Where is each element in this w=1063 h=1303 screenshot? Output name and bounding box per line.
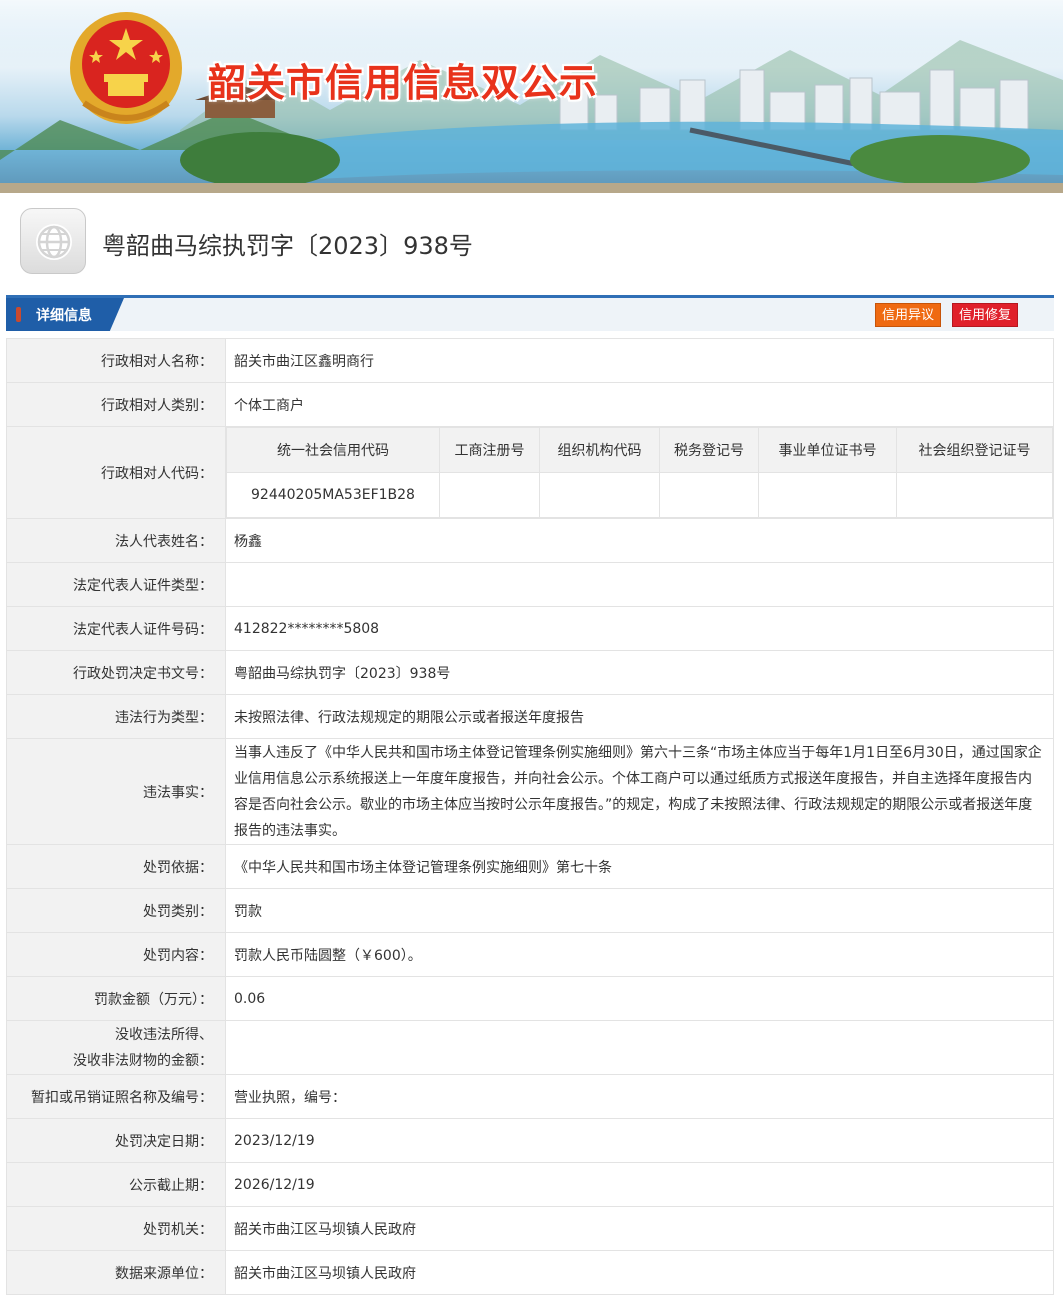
table-row: 处罚内容： 罚款人民币陆圆整（￥600）。 (6, 932, 1054, 977)
code-subtable-cell: 统一社会信用代码 工商注册号 组织机构代码 税务登记号 事业单位证书号 社会组织… (225, 426, 1054, 519)
table-row: 公示截止期： 2026/12/19 (6, 1162, 1054, 1207)
national-emblem-icon (70, 12, 182, 124)
banner-title: 韶关市信用信息双公示 (208, 61, 599, 105)
section-marker-icon (16, 307, 21, 322)
field-label: 暂扣或吊销证照名称及编号： (6, 1074, 226, 1119)
code-header: 社会组织登记证号 (896, 427, 1053, 473)
table-row: 行政相对人类别： 个体工商户 (6, 382, 1054, 427)
field-value: 当事人违反了《中华人民共和国市场主体登记管理条例实施细则》第六十三条“市场主体应… (225, 738, 1054, 845)
field-value: 罚款人民币陆圆整（￥600）。 (225, 932, 1054, 977)
field-label: 违法事实： (6, 738, 226, 845)
table-row: 违法行为类型： 未按照法律、行政法规规定的期限公示或者报送年度报告 (6, 694, 1054, 739)
field-label: 数据来源单位： (6, 1250, 226, 1295)
field-value: 韶关市曲江区鑫明商行 (225, 338, 1054, 383)
field-value: 杨鑫 (225, 518, 1054, 563)
field-label: 法定代表人证件号码： (6, 606, 226, 651)
field-label: 处罚依据： (6, 844, 226, 889)
site-banner: 韶关市信用信息双公示 (0, 0, 1063, 193)
code-value (539, 472, 660, 518)
field-value (225, 1020, 1054, 1075)
code-value: 92440205MA53EF1B28 (226, 472, 440, 518)
field-label: 违法行为类型： (6, 694, 226, 739)
table-row: 违法事实： 当事人违反了《中华人民共和国市场主体登记管理条例实施细则》第六十三条… (6, 738, 1054, 845)
field-value: 2023/12/19 (225, 1118, 1054, 1163)
table-row: 处罚决定日期： 2023/12/19 (6, 1118, 1054, 1163)
code-header: 税务登记号 (659, 427, 759, 473)
field-label: 处罚决定日期： (6, 1118, 226, 1163)
field-label: 罚款金额（万元）： (6, 976, 226, 1021)
field-label: 行政相对人名称： (6, 338, 226, 383)
detail-table: 行政相对人名称： 韶关市曲江区鑫明商行 行政相对人类别： 个体工商户 行政相对人… (6, 338, 1054, 1295)
table-row: 处罚类别： 罚款 (6, 888, 1054, 933)
code-header: 工商注册号 (439, 427, 540, 473)
field-label-line: 没收违法所得、 (115, 1026, 213, 1043)
table-row: 处罚机关： 韶关市曲江区马坝镇人民政府 (6, 1206, 1054, 1251)
table-row: 行政相对人代码： 统一社会信用代码 工商注册号 组织机构代码 税务登记号 事业单… (6, 426, 1054, 519)
field-value: 未按照法律、行政法规规定的期限公示或者报送年度报告 (225, 694, 1054, 739)
field-label: 处罚类别： (6, 888, 226, 933)
code-value (659, 472, 759, 518)
table-row: 没收违法所得、 没收非法财物的金额： (6, 1020, 1054, 1075)
field-label: 处罚机关： (6, 1206, 226, 1251)
field-value: 罚款 (225, 888, 1054, 933)
table-row: 罚款金额（万元）： 0.06 (6, 976, 1054, 1021)
globe-icon (20, 208, 86, 274)
table-row: 处罚依据： 《中华人民共和国市场主体登记管理条例实施细则》第七十条 (6, 844, 1054, 889)
field-label: 处罚内容： (6, 932, 226, 977)
code-header: 组织机构代码 (539, 427, 660, 473)
field-label-line: 没收非法财物的金额： (73, 1052, 213, 1069)
code-value (439, 472, 540, 518)
field-value: 营业执照，编号： (225, 1074, 1054, 1119)
field-label: 行政处罚决定书文号： (6, 650, 226, 695)
table-row: 数据来源单位： 韶关市曲江区马坝镇人民政府 (6, 1250, 1054, 1295)
field-label: 法定代表人证件类型： (6, 562, 226, 607)
field-label: 没收违法所得、 没收非法财物的金额： (6, 1020, 226, 1075)
table-row: 法人代表姓名： 杨鑫 (6, 518, 1054, 563)
section-tab-details: 详细信息 (6, 298, 124, 331)
field-value: 412822********5808 (225, 606, 1054, 651)
code-subtable: 统一社会信用代码 工商注册号 组织机构代码 税务登记号 事业单位证书号 社会组织… (226, 427, 1053, 518)
field-value: 《中华人民共和国市场主体登记管理条例实施细则》第七十条 (225, 844, 1054, 889)
field-label: 行政相对人类别： (6, 382, 226, 427)
field-value: 2026/12/19 (225, 1162, 1054, 1207)
field-label: 公示截止期： (6, 1162, 226, 1207)
page-title: 粤韶曲马综执罚字〔2023〕938号 (102, 232, 473, 260)
credit-dissent-button[interactable]: 信用异议 (875, 303, 942, 327)
detail-section-bar: 详细信息 信用异议 信用修复 (6, 295, 1054, 331)
code-header: 事业单位证书号 (758, 427, 897, 473)
credit-repair-button[interactable]: 信用修复 (952, 303, 1019, 327)
field-value: 个体工商户 (225, 382, 1054, 427)
code-value (896, 472, 1053, 518)
table-row: 法定代表人证件类型： (6, 562, 1054, 607)
field-value (225, 562, 1054, 607)
table-row: 法定代表人证件号码： 412822********5808 (6, 606, 1054, 651)
field-value: 韶关市曲江区马坝镇人民政府 (225, 1250, 1054, 1295)
field-value: 韶关市曲江区马坝镇人民政府 (225, 1206, 1054, 1251)
section-label: 详细信息 (36, 308, 92, 324)
table-row: 暂扣或吊销证照名称及编号： 营业执照，编号： (6, 1074, 1054, 1119)
code-header: 统一社会信用代码 (226, 427, 440, 473)
table-row: 行政相对人名称： 韶关市曲江区鑫明商行 (6, 338, 1054, 383)
table-row: 行政处罚决定书文号： 粤韶曲马综执罚字〔2023〕938号 (6, 650, 1054, 695)
field-label: 法人代表姓名： (6, 518, 226, 563)
field-value: 粤韶曲马综执罚字〔2023〕938号 (225, 650, 1054, 695)
code-value (758, 472, 897, 518)
field-value: 0.06 (225, 976, 1054, 1021)
field-label: 行政相对人代码： (6, 426, 226, 519)
